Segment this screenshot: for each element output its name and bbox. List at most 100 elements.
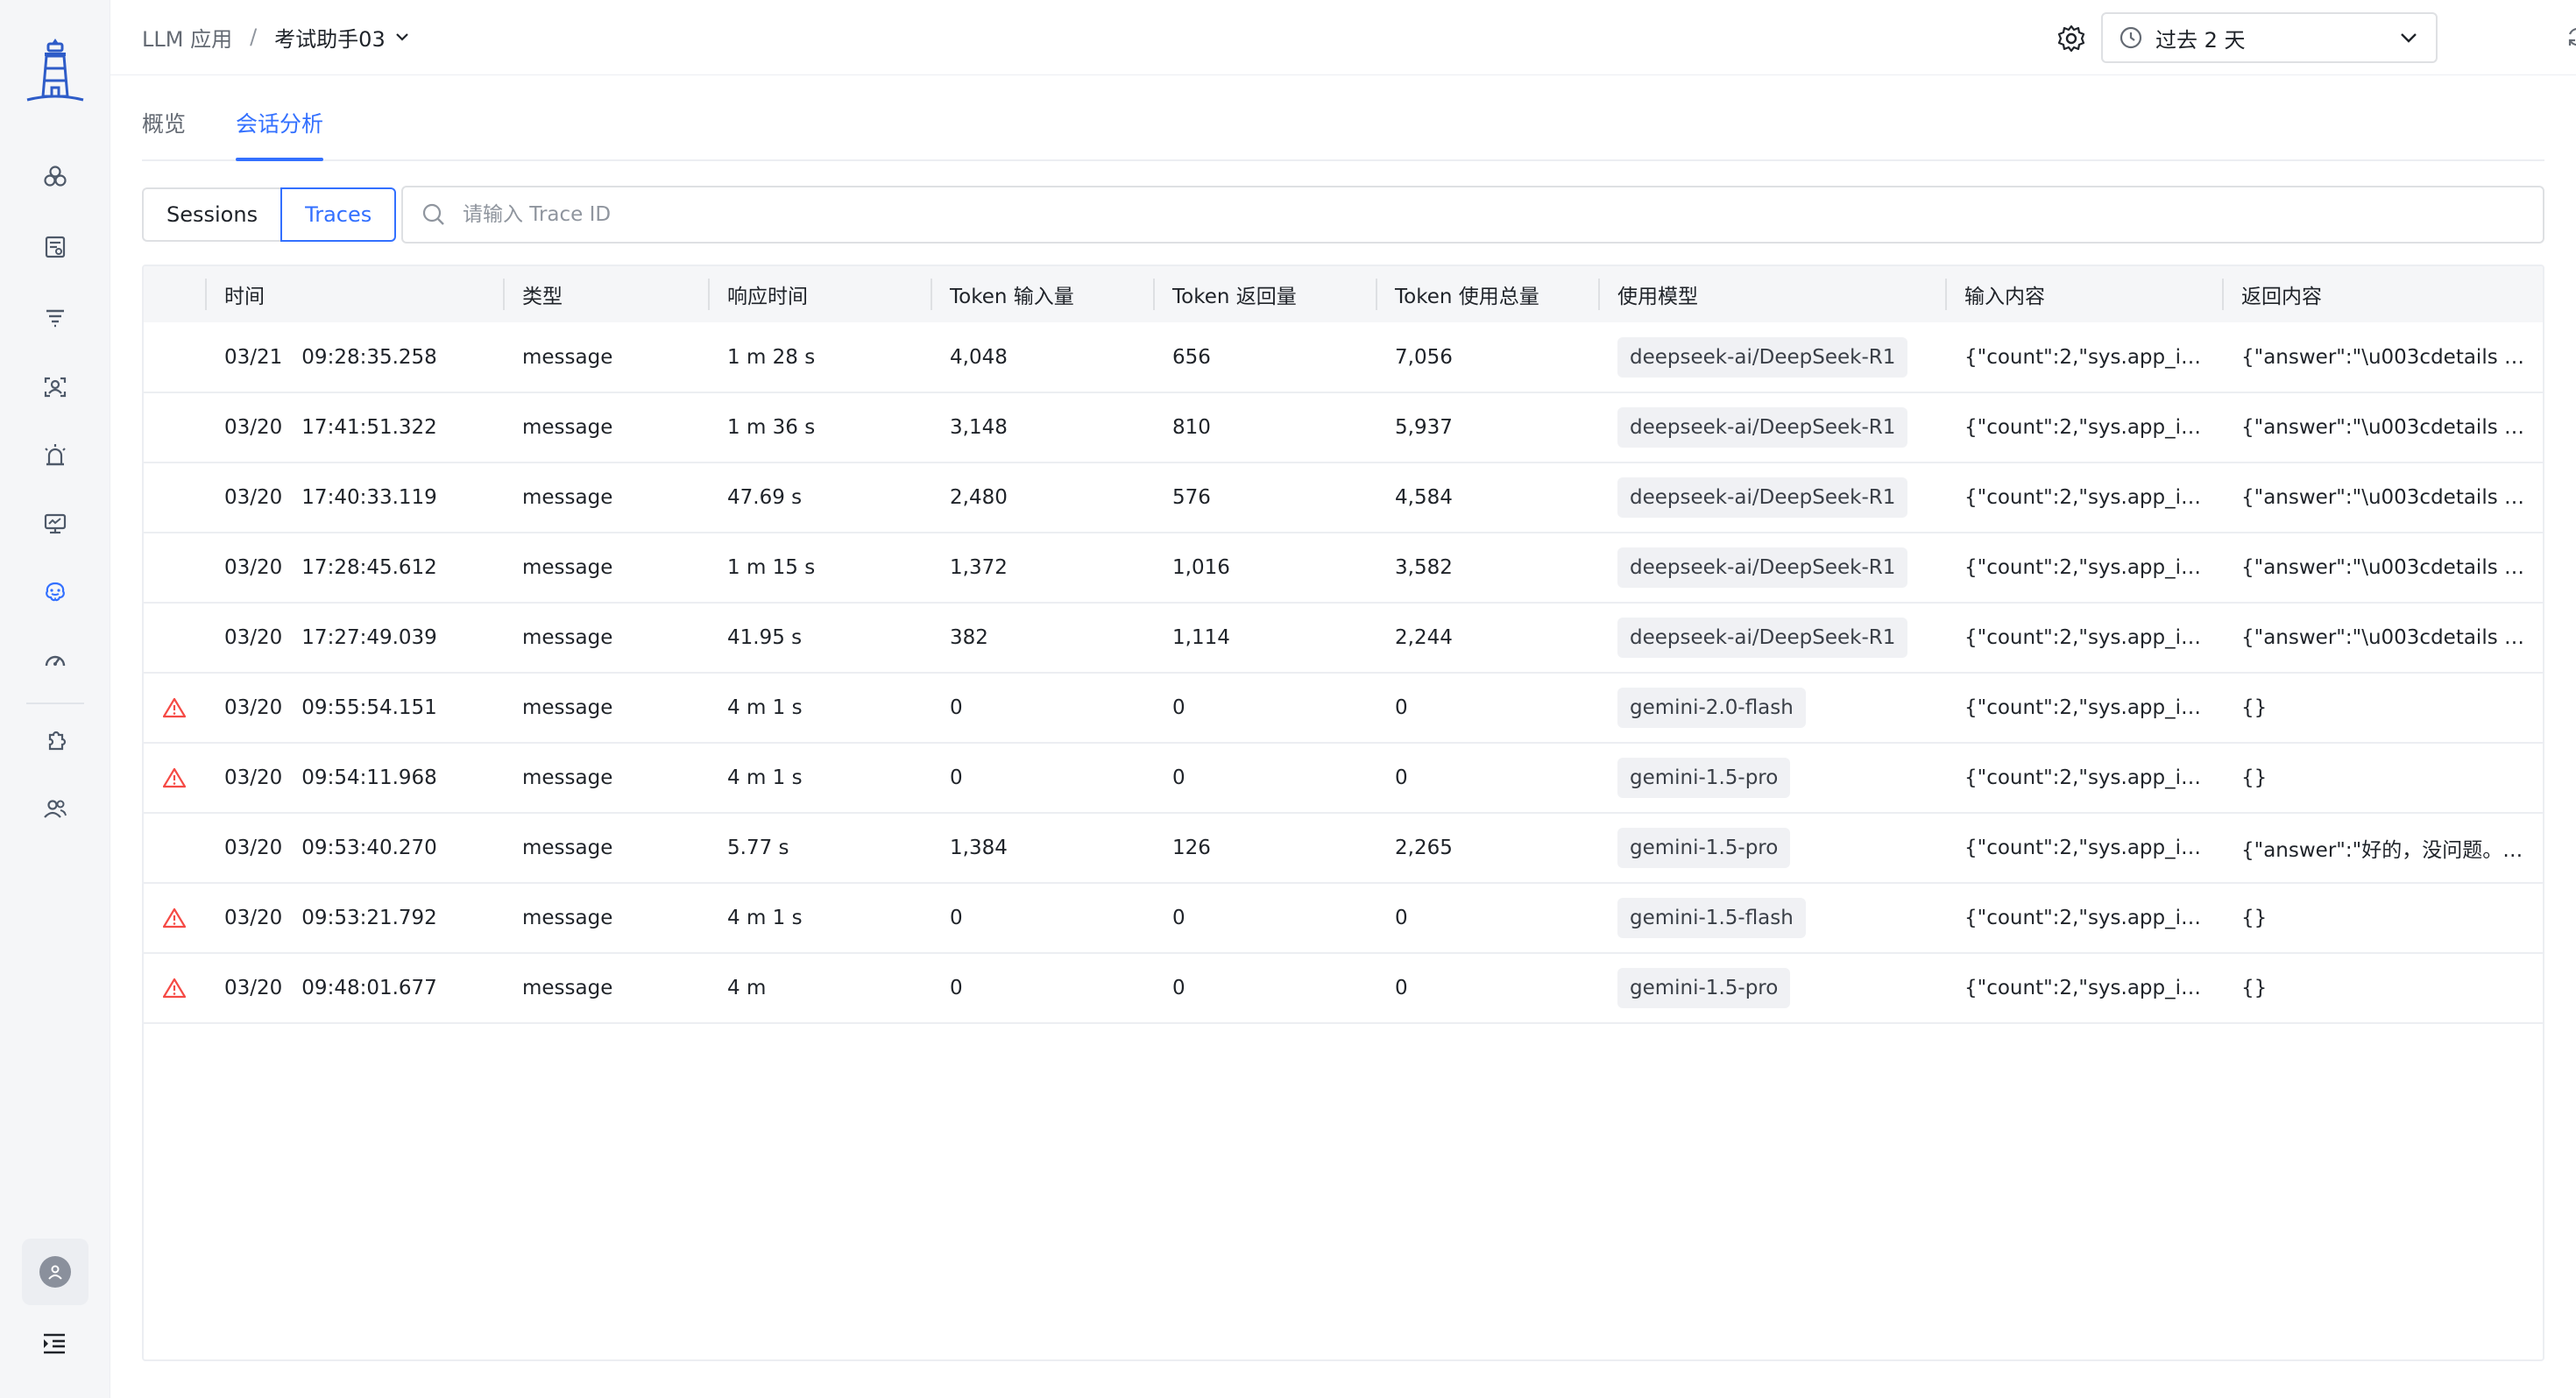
status-cell xyxy=(144,883,205,953)
breadcrumb: LLM 应用 / 考试助手03 xyxy=(142,21,412,53)
tokens-in-cell: 4,048 xyxy=(950,345,1008,369)
table-row[interactable]: 03/20 09:54:11.968 message 4 m 1 s 0 0 0 gemini… xyxy=(144,743,2543,813)
filter-lines-icon[interactable] xyxy=(38,300,73,335)
avatar[interactable] xyxy=(22,1239,88,1305)
table-row[interactable]: 03/20 09:55:54.151 message 4 m 1 s 0 0 0 gemini… xyxy=(144,673,2543,743)
tab-overview[interactable]: 概览 xyxy=(142,107,186,159)
output-cell: {"answer":"\u003cdetails s... xyxy=(2241,345,2534,369)
report-list-icon[interactable] xyxy=(38,229,73,265)
dashboard-gauge-icon[interactable] xyxy=(38,643,73,678)
model-cell: deepseek-ai/DeepSeek-R1 xyxy=(1598,533,1945,603)
time-range-label: 过去 2 天 xyxy=(2155,27,2246,53)
warning-icon xyxy=(163,697,186,718)
table-row[interactable]: 03/20 17:27:49.039 message 41.95 s 382 1,114 2… xyxy=(144,603,2543,673)
tab-label: 会话分析 xyxy=(236,111,324,137)
chevron-down-icon[interactable] xyxy=(393,27,412,46)
table-row[interactable]: 03/21 09:28:35.258 message 1 m 28 s 4,048 656… xyxy=(144,322,2543,392)
table-row[interactable]: 03/20 17:40:33.119 message 47.69 s 2,480 576 4… xyxy=(144,462,2543,533)
table-row[interactable]: 03/20 09:48:01.677 message 4 m 0 0 0 gemini-1.5… xyxy=(144,953,2543,1023)
column-header-tokens-in[interactable]: Token 输入量 xyxy=(931,266,1153,322)
sessions-toggle-button[interactable]: Sessions xyxy=(142,187,281,242)
column-header-time[interactable]: 时间 xyxy=(205,266,503,322)
clock-icon xyxy=(2120,26,2142,49)
tokens-in-cell: 3,148 xyxy=(950,416,1008,439)
tokens-in-cell: 2,480 xyxy=(950,486,1008,509)
tokens-in-cell: 0 xyxy=(950,766,963,789)
table-row[interactable]: 03/20 09:53:40.270 message 5.77 s 1,384 126 2,… xyxy=(144,813,2543,883)
table-row[interactable]: 03/20 09:53:21.792 message 4 m 1 s 0 0 0 gemini… xyxy=(144,883,2543,953)
type-cell: message xyxy=(522,345,613,369)
search-icon xyxy=(422,203,444,225)
column-header-tokens-total[interactable]: Token 使用总量 xyxy=(1376,266,1598,322)
status-cell xyxy=(144,392,205,462)
tokens-in-cell: 0 xyxy=(950,977,963,999)
plugin-icon[interactable] xyxy=(38,724,73,759)
view-toggle: Sessions Traces xyxy=(142,187,397,242)
latency-cell: 1 m 36 s xyxy=(727,416,816,439)
column-header-type[interactable]: 类型 xyxy=(503,266,708,322)
trace-id-input[interactable] xyxy=(463,203,2525,226)
column-header-latency[interactable]: 响应时间 xyxy=(708,266,931,322)
model-tag: gemini-1.5-pro xyxy=(1617,968,1791,1008)
tokens-in-cell: 1,384 xyxy=(950,837,1008,859)
model-cell: gemini-2.0-flash xyxy=(1598,673,1945,743)
tab-session-analysis[interactable]: 会话分析 xyxy=(236,107,324,161)
traces-toggle-button[interactable]: Traces xyxy=(280,187,397,242)
llm-brain-icon[interactable] xyxy=(38,575,73,610)
type-cell: message xyxy=(522,766,613,789)
status-cell xyxy=(144,533,205,603)
status-cell xyxy=(144,813,205,883)
table-row[interactable]: 03/20 17:41:51.322 message 1 m 36 s 3,148 810… xyxy=(144,392,2543,462)
tab-bar: 概览 会话分析 xyxy=(142,75,2544,161)
user-scan-icon[interactable] xyxy=(38,370,73,405)
table-header: 时间 类型 响应时间 Token 输入量 Token 返回量 Token 使用总… xyxy=(144,266,2543,322)
type-cell: message xyxy=(522,416,613,439)
model-tag: gemini-1.5-pro xyxy=(1617,758,1791,798)
column-header-output[interactable]: 返回内容 xyxy=(2222,266,2543,322)
alarm-light-icon[interactable] xyxy=(38,438,73,473)
status-cell xyxy=(144,953,205,1023)
latency-cell: 4 m xyxy=(727,977,767,999)
latency-cell: 4 m 1 s xyxy=(727,907,803,929)
latency-cell: 4 m 1 s xyxy=(727,696,803,719)
table-row[interactable]: 03/20 17:28:45.612 message 1 m 15 s 1,372 1,0… xyxy=(144,533,2543,603)
status-cell xyxy=(144,603,205,673)
output-cell: {"answer":"\u003cdetails s... xyxy=(2241,626,2534,649)
page-header: LLM 应用 / 考试助手03 过去 2 天 xyxy=(110,0,2576,75)
model-cell: gemini-1.5-pro xyxy=(1598,813,1945,883)
output-cell: {} xyxy=(2241,977,2268,999)
output-cell: {} xyxy=(2241,766,2268,789)
time-range-picker[interactable]: 过去 2 天 xyxy=(2101,12,2438,63)
time-cell: 03/21 09:28:35.258 xyxy=(224,345,437,369)
type-cell: message xyxy=(522,907,613,929)
time-cell: 03/20 17:27:49.039 xyxy=(224,626,437,649)
column-header-input[interactable]: 输入内容 xyxy=(1945,266,2222,322)
output-cell: {} xyxy=(2241,907,2268,929)
model-tag: deepseek-ai/DeepSeek-R1 xyxy=(1617,547,1908,588)
collapse-sidebar-icon[interactable] xyxy=(39,1328,70,1359)
latency-cell: 1 m 15 s xyxy=(727,556,816,579)
output-cell: {"answer":"\u003cdetails s... xyxy=(2241,416,2534,439)
tokens-total-cell: 0 xyxy=(1395,907,1408,929)
sidebar xyxy=(0,0,110,1398)
lighthouse-logo-icon[interactable] xyxy=(24,35,87,105)
refresh-button[interactable] xyxy=(2560,19,2576,54)
tokens-out-cell: 0 xyxy=(1172,907,1185,929)
column-header-tokens-out[interactable]: Token 返回量 xyxy=(1153,266,1376,322)
monitor-icon[interactable] xyxy=(38,506,73,541)
warning-icon xyxy=(163,907,186,928)
output-cell: {"answer":"\u003cdetails s... xyxy=(2241,486,2534,509)
breadcrumb-root[interactable]: LLM 应用 xyxy=(142,22,232,53)
tokens-total-cell: 7,056 xyxy=(1395,345,1453,369)
apps-cluster-icon[interactable] xyxy=(38,159,73,194)
input-cell: {"count":2,"sys.app_id... xyxy=(1964,977,2213,999)
settings-button[interactable] xyxy=(2054,21,2089,56)
team-icon[interactable] xyxy=(38,792,73,827)
column-header-model[interactable]: 使用模型 xyxy=(1598,266,1945,322)
latency-cell: 5.77 s xyxy=(727,837,789,859)
tokens-out-cell: 0 xyxy=(1172,696,1185,719)
time-cell: 03/20 17:28:45.612 xyxy=(224,556,437,579)
model-cell: gemini-1.5-pro xyxy=(1598,953,1945,1023)
app-selector[interactable]: 考试助手03 xyxy=(274,22,386,53)
type-cell: message xyxy=(522,977,613,999)
